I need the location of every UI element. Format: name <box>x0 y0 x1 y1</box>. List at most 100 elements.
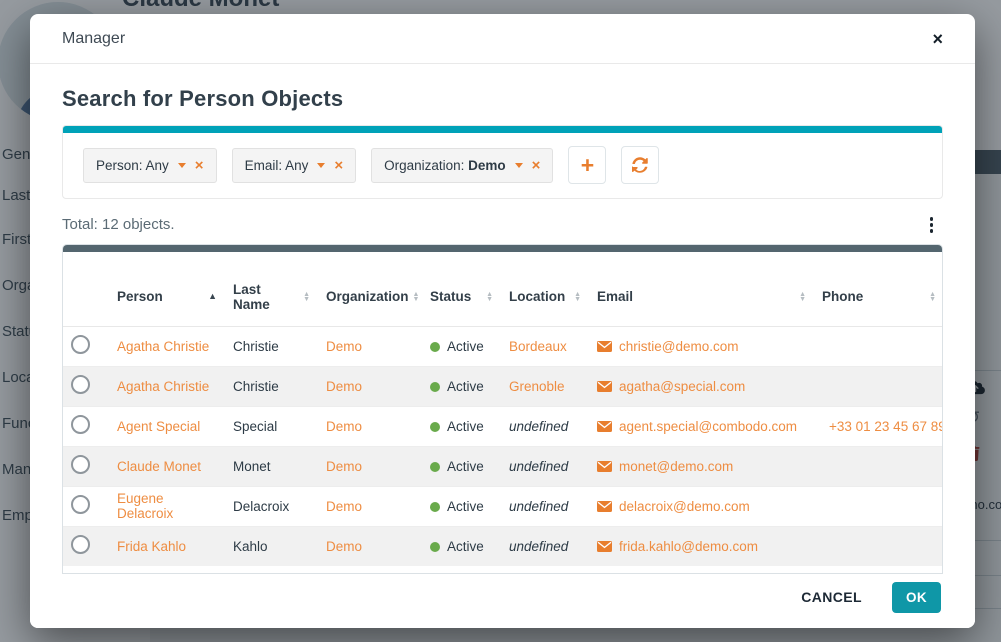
person-link[interactable]: Agatha Christie <box>117 379 209 394</box>
results-table: Person▲ Last Name ▲▼ Organization▲▼ Status ▲▼… <box>63 276 943 567</box>
results-total: Total: 12 objects. <box>62 216 175 233</box>
status-active-dot <box>430 462 440 472</box>
column-header-label: Location <box>509 289 565 304</box>
table-header-row: Person▲ Last Name ▲▼ Organization▲▼ Status ▲▼… <box>63 276 943 327</box>
remove-filter-icon[interactable]: × <box>195 158 204 173</box>
location-undefined: undefined <box>509 499 568 514</box>
column-header-label: Status <box>430 289 471 304</box>
table-row: Claude Monet Monet Demo Active undefined mone… <box>63 446 943 486</box>
organization-link[interactable]: Demo <box>326 419 362 434</box>
organization-link[interactable]: Demo <box>326 379 362 394</box>
status-cell: Active <box>447 339 484 354</box>
status-cell: Active <box>447 379 484 394</box>
column-header-status[interactable]: Status ▲▼ <box>422 276 501 327</box>
phone-link[interactable]: +33 01 23 45 67 89 <box>829 419 943 434</box>
status-active-dot <box>430 502 440 512</box>
status-active-dot <box>430 422 440 432</box>
status-active-dot <box>430 542 440 552</box>
row-radio[interactable] <box>71 495 90 514</box>
location-link[interactable]: Grenoble <box>509 379 565 394</box>
filter-chip-person[interactable]: Person: Any× <box>83 148 217 183</box>
email-link[interactable]: agatha@special.com <box>619 379 745 394</box>
modal-body: Search for Person Objects Person: Any×Em… <box>30 64 975 574</box>
filter-row: Person: Any×Email: Any×Organization: Dem… <box>63 133 942 198</box>
email-icon <box>597 421 612 432</box>
email-link[interactable]: christie@demo.com <box>619 339 739 354</box>
row-radio[interactable] <box>71 415 90 434</box>
email-icon <box>597 381 612 392</box>
column-header-phone[interactable]: Phone▲▼ <box>814 276 943 327</box>
table-row: Agatha Christie Christie Demo Active Grenobl… <box>63 366 943 406</box>
sort-icon: ▲▼ <box>486 292 493 302</box>
column-header-label: Email <box>597 289 633 304</box>
status-cell: Active <box>447 539 484 554</box>
close-icon[interactable]: × <box>932 30 943 48</box>
last-name-cell: Special <box>233 419 277 434</box>
person-link[interactable]: Claude Monet <box>117 459 201 474</box>
sort-icon: ▲▼ <box>799 292 806 302</box>
email-icon <box>597 501 612 512</box>
sort-icon: ▲▼ <box>929 292 936 302</box>
sort-icon: ▲▼ <box>574 292 581 302</box>
modal-footer: CANCEL OK <box>30 574 975 628</box>
status-cell: Active <box>447 459 484 474</box>
cancel-button[interactable]: CANCEL <box>795 588 868 606</box>
table-menu-icon[interactable] <box>920 215 944 235</box>
row-radio[interactable] <box>71 535 90 554</box>
column-header-label: Last Name <box>233 282 299 312</box>
filter-chip-label: Email: Any <box>245 158 309 173</box>
row-radio[interactable] <box>71 375 90 394</box>
table-row: Agent SpecialSpecialDemoActiveundefineda… <box>63 406 943 446</box>
add-filter-button[interactable]: + <box>568 146 606 184</box>
filter-chips: Person: Any×Email: Any×Organization: Dem… <box>83 148 553 183</box>
refresh-button[interactable] <box>621 146 659 184</box>
row-radio[interactable] <box>71 335 90 354</box>
person-link[interactable]: Eugene Delacroix <box>117 491 173 521</box>
location-undefined: undefined <box>509 459 568 474</box>
last-name-cell: Delacroix <box>233 499 289 514</box>
column-header-email[interactable]: Email ▲▼ <box>589 276 814 327</box>
organization-link[interactable]: Demo <box>326 539 362 554</box>
row-radio[interactable] <box>71 455 90 474</box>
email-link[interactable]: monet@demo.com <box>619 459 733 474</box>
last-name-cell: Monet <box>233 459 271 474</box>
column-header-label: Person <box>117 289 163 304</box>
remove-filter-icon[interactable]: × <box>334 158 343 173</box>
refresh-icon <box>632 157 648 173</box>
table-row: Frida KahloKahloDemoActiveundefinedfrida… <box>63 526 943 566</box>
last-name-cell: Christie <box>233 379 279 394</box>
email-link[interactable]: delacroix@demo.com <box>619 499 750 514</box>
screen: Claude Monet General InformationLast nam… <box>0 0 1001 642</box>
chevron-down-icon[interactable] <box>515 163 523 168</box>
remove-filter-icon[interactable]: × <box>532 158 541 173</box>
ok-button[interactable]: OK <box>892 582 941 613</box>
status-cell: Active <box>447 419 484 434</box>
manager-modal: Manager × Search for Person Objects Pers… <box>30 14 975 628</box>
organization-link[interactable]: Demo <box>326 459 362 474</box>
organization-link[interactable]: Demo <box>326 339 362 354</box>
column-header-person[interactable]: Person▲ <box>109 276 225 327</box>
person-link[interactable]: Agatha Christie <box>117 339 209 354</box>
filter-chip-organization[interactable]: Organization: Demo × <box>371 148 553 183</box>
email-link[interactable]: agent.special@combodo.com <box>619 419 797 434</box>
person-link[interactable]: Agent Special <box>117 419 200 434</box>
chevron-down-icon[interactable] <box>178 163 186 168</box>
column-header-last-name[interactable]: Last Name ▲▼ <box>225 276 318 327</box>
filter-chip-email[interactable]: Email: Any × <box>232 148 357 183</box>
table-row: Eugene DelacroixDelacroixDemoActiveundef… <box>63 486 943 526</box>
person-link[interactable]: Frida Kahlo <box>117 539 186 554</box>
status-active-dot <box>430 342 440 352</box>
email-icon <box>597 461 612 472</box>
location-link[interactable]: Bordeaux <box>509 339 567 354</box>
email-icon <box>597 341 612 352</box>
organization-link[interactable]: Demo <box>326 499 362 514</box>
chevron-down-icon[interactable] <box>317 163 325 168</box>
filter-chip-label: Organization: Demo <box>384 158 506 173</box>
email-link[interactable]: frida.kahlo@demo.com <box>619 539 758 554</box>
sort-icon: ▲▼ <box>303 292 310 302</box>
filter-panel-accent <box>63 126 942 133</box>
filter-panel: Person: Any×Email: Any×Organization: Dem… <box>62 125 943 199</box>
column-header-organization[interactable]: Organization▲▼ <box>318 276 422 327</box>
column-header-location[interactable]: Location ▲▼ <box>501 276 589 327</box>
table-panel-accent <box>62 244 943 252</box>
